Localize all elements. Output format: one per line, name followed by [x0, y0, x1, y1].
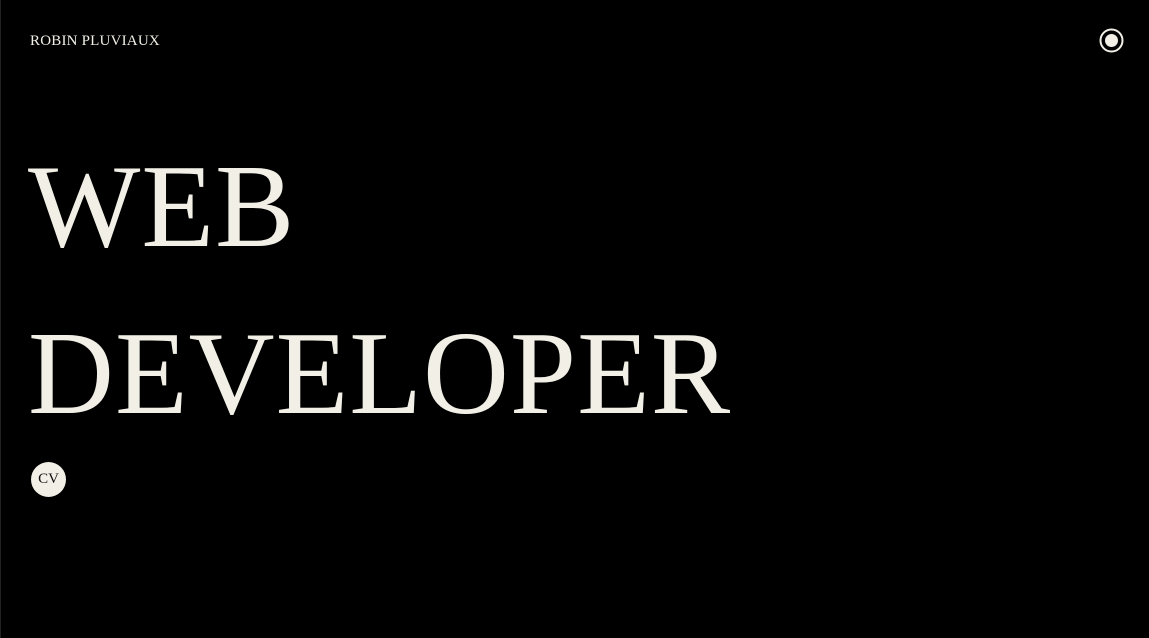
hero-title-line-developer: DEVELOPER	[28, 307, 732, 439]
site-brand-link[interactable]: ROBIN PLUVIAUX	[30, 31, 160, 51]
theme-toggle-button[interactable]	[1099, 28, 1124, 53]
radio-toggle-icon	[1099, 28, 1124, 53]
page-left-border	[0, 0, 1, 638]
hero-title-line-web: WEB	[28, 140, 296, 272]
cv-button[interactable]: CV	[31, 462, 66, 497]
